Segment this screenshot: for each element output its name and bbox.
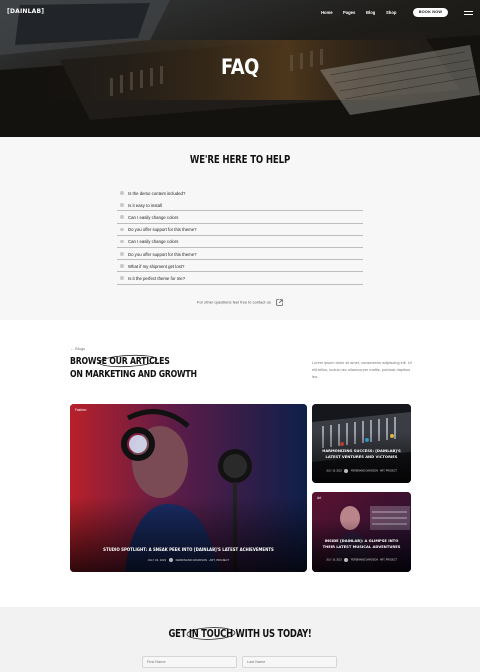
blog-card[interactable]: Art INSIDE [DAINLAB]: A GLIMPSE INTO THE… bbox=[312, 492, 411, 572]
card-title[interactable]: INSIDE [DAINLAB]: A GLIMPSE INTO THEIR L… bbox=[318, 539, 405, 550]
plus-icon bbox=[120, 227, 124, 232]
faq-item[interactable]: Do you offer support for this theme? bbox=[117, 224, 363, 236]
faq-section: WE'RE HERE TO HELP Is the demo content i… bbox=[0, 137, 480, 320]
faq-question: Can I easily change colors bbox=[128, 239, 179, 245]
top-navigation: [DAINLAB] Home Pages Blog Shop BOOK NOW bbox=[0, 0, 480, 24]
menu-hamburger-icon[interactable] bbox=[464, 11, 473, 15]
first-name-field[interactable] bbox=[142, 656, 237, 668]
contact-section: GET IN TOUCH WITH US TODAY! bbox=[0, 607, 480, 672]
card-date: JULY 16, 2023 bbox=[147, 558, 166, 562]
faq-question: Can I easily change colors bbox=[128, 214, 179, 220]
blog-heading-line2: ON MARKETING AND GROWTH bbox=[70, 368, 197, 380]
breadcrumb[interactable]: ← Blogs bbox=[70, 346, 85, 351]
blog-card[interactable]: Fashion STUDIO SPOTLIGHT: A SNEAK PEEK I… bbox=[70, 404, 307, 572]
nav-link-pages[interactable]: Pages bbox=[343, 10, 355, 15]
contact-heading: GET IN TOUCH WITH US TODAY! bbox=[168, 628, 312, 640]
plus-icon bbox=[120, 191, 124, 195]
hero-section: [DAINLAB] Home Pages Blog Shop BOOK NOW … bbox=[0, 0, 480, 137]
faq-item[interactable]: Is it the perfect theme for me? bbox=[117, 272, 363, 285]
page-title: FAQ bbox=[221, 55, 259, 79]
author-avatar bbox=[344, 469, 349, 473]
card-tag[interactable]: Art bbox=[317, 496, 321, 500]
author-avatar bbox=[168, 558, 173, 563]
faq-contact-link[interactable]: For other questions feel free to contact… bbox=[0, 299, 480, 306]
faq-question: Is it the perfect theme for me? bbox=[128, 275, 186, 281]
card-tag[interactable]: Fashion bbox=[75, 408, 86, 412]
card-title[interactable]: STUDIO SPOTLIGHT: A SNEAK PEEK INTO [DAI… bbox=[88, 548, 289, 553]
faq-question: Is it easy to install bbox=[128, 202, 162, 208]
plus-icon bbox=[120, 203, 124, 207]
author-avatar bbox=[344, 558, 349, 562]
plus-icon bbox=[120, 215, 124, 219]
card-title[interactable]: HARMONIZING SUCCESS: [DAINLAB]'S LATEST … bbox=[318, 449, 405, 460]
faq-item[interactable]: Is it easy to install bbox=[117, 199, 363, 212]
card-author[interactable]: FERDINAND DAVIDSON bbox=[351, 470, 378, 473]
card-author[interactable]: FERDINAND DAVIDSON bbox=[351, 559, 378, 562]
card-meta: JULY 16, 2023 FERDINAND DAVIDSON · ART, … bbox=[326, 558, 397, 562]
faq-heading: WE'RE HERE TO HELP bbox=[189, 154, 291, 166]
faq-list: Is the demo content included? Is it easy… bbox=[117, 187, 363, 285]
scribble-circle-decoration bbox=[186, 627, 236, 640]
card-author[interactable]: FERDINAND DAVIDSON bbox=[176, 558, 208, 562]
faq-item[interactable]: Is the demo content included? bbox=[117, 187, 363, 199]
faq-question: Is the demo content included? bbox=[128, 190, 186, 196]
blog-section: ← Blogs BROWSE OUR ARTICLES ON MARKETING… bbox=[0, 320, 480, 607]
blog-description: Lorem ipsum dolor sit amet, consectetur … bbox=[312, 360, 412, 379]
nav-link-shop[interactable]: Shop bbox=[386, 10, 396, 15]
card-meta: JULY 16, 2023 FERDINAND DAVIDSON · ART, … bbox=[147, 558, 230, 563]
card-meta: JULY 16, 2023 FERDINAND DAVIDSON · ART, … bbox=[326, 469, 397, 473]
faq-question: Do you offer support for this theme? bbox=[128, 227, 197, 233]
plus-icon bbox=[120, 264, 124, 268]
card-date: JULY 16, 2023 bbox=[326, 558, 342, 562]
faq-item[interactable]: Do you offer support for this theme? bbox=[117, 248, 363, 261]
site-logo[interactable]: [DAINLAB] bbox=[7, 8, 44, 15]
faq-question: Do you offer support for this theme? bbox=[128, 251, 197, 257]
faq-item[interactable]: What if my shipment get lost? bbox=[117, 260, 363, 273]
card-category[interactable]: ART, PROJECT bbox=[380, 470, 397, 473]
card-date: JULY 16, 2023 bbox=[326, 469, 342, 473]
card-image bbox=[70, 404, 307, 572]
faq-question: What if my shipment get lost? bbox=[128, 263, 185, 269]
card-category[interactable]: ART, PROJECT bbox=[209, 558, 229, 562]
faq-item[interactable]: Can I easily change colors bbox=[117, 236, 363, 248]
nav-link-blog[interactable]: Blog bbox=[366, 10, 375, 15]
plus-icon bbox=[120, 251, 124, 256]
plus-icon bbox=[120, 239, 124, 244]
faq-item[interactable]: Can I easily change colors bbox=[117, 211, 363, 224]
nav-link-home[interactable]: Home bbox=[321, 10, 333, 15]
card-category[interactable]: ART, PROJECT bbox=[380, 559, 397, 562]
last-name-field[interactable] bbox=[242, 656, 337, 668]
scribble-circle-decoration bbox=[98, 354, 158, 368]
faq-contact-text: For other questions feel free to contact… bbox=[197, 299, 271, 305]
external-link-icon bbox=[276, 299, 283, 306]
book-now-button[interactable]: BOOK NOW bbox=[413, 8, 448, 17]
blog-card[interactable]: HARMONIZING SUCCESS: [DAINLAB]'S LATEST … bbox=[312, 404, 411, 483]
plus-icon bbox=[120, 276, 124, 280]
